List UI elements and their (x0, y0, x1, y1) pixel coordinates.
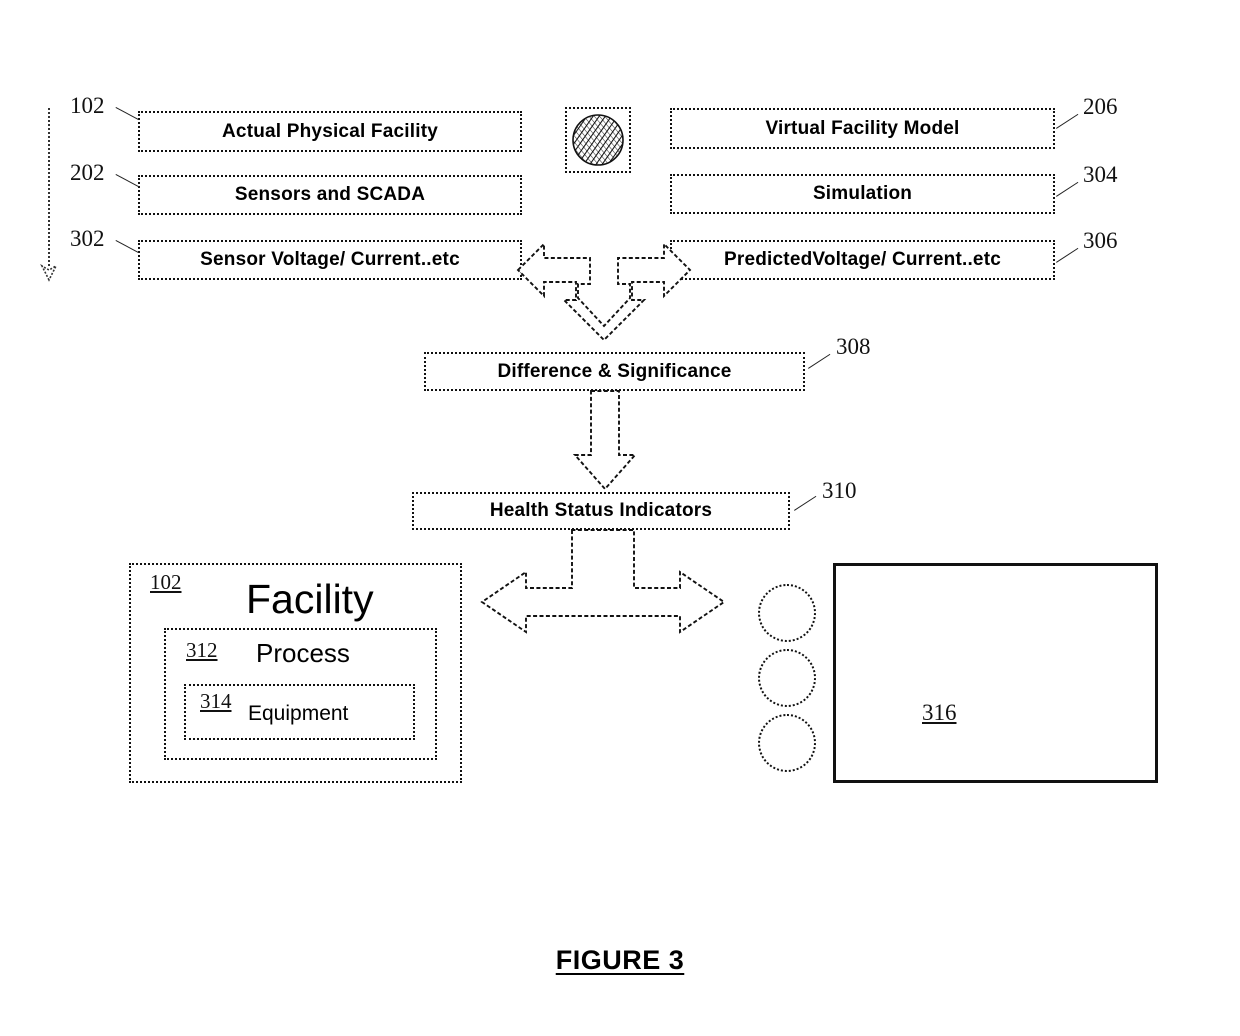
box-predicted-voltage-current[interactable]: PredictedVoltage/ Current..etc (670, 240, 1055, 280)
scope-bracket-line (48, 108, 50, 266)
process-title: Process (256, 638, 350, 668)
ref-304: 304 (1083, 162, 1118, 187)
equipment-title: Equipment (248, 702, 349, 725)
ref-308: 308 (836, 334, 871, 359)
box-label: Simulation (812, 183, 913, 204)
ref-306: 306 (1083, 228, 1118, 253)
box-actual-physical-facility[interactable]: Actual Physical Facility (138, 111, 522, 152)
ref-316: 316 (922, 700, 957, 725)
leader-206 (1056, 113, 1079, 129)
ref-102-top: 102 (70, 93, 105, 118)
box-sensors-and-scada[interactable]: Sensors and SCADA (138, 175, 522, 215)
box-label: Difference & Significance (497, 360, 732, 382)
box-label: Actual Physical Facility (222, 120, 438, 142)
ref-102-facility: 102 (150, 570, 182, 594)
box-label: Virtual Facility Model (765, 117, 960, 139)
ref-302: 302 (70, 226, 105, 251)
leader-304 (1056, 181, 1079, 197)
box-label: PredictedVoltage/ Current..etc (724, 249, 1001, 270)
status-lamp-2[interactable] (758, 649, 816, 707)
bidirectional-block-arrow (480, 529, 726, 634)
figure-caption-text: FIGURE 3 (555, 945, 685, 975)
box-simulation[interactable]: Simulation (670, 174, 1055, 214)
down-block-arrow (572, 390, 638, 491)
figure-caption: FIGURE 3 (0, 945, 1240, 976)
panel-display-316[interactable] (833, 563, 1158, 783)
leader-102 (115, 107, 139, 121)
scope-bracket-arrowhead (40, 263, 58, 282)
ref-314: 314 (200, 689, 232, 713)
ref-206: 206 (1083, 94, 1118, 119)
figure-page: Actual Physical Facility Sensors and SCA… (0, 0, 1240, 1036)
ref-202: 202 (70, 160, 105, 185)
box-label: Sensor Voltage/ Current..etc (200, 249, 460, 270)
box-health-status-indicators[interactable]: Health Status Indicators (412, 492, 790, 530)
status-lamp-1[interactable] (758, 584, 816, 642)
box-label: Sensors and SCADA (234, 184, 426, 205)
box-difference-and-significance[interactable]: Difference & Significance (424, 352, 805, 391)
hatched-circle-icon (572, 114, 624, 166)
ref-310: 310 (822, 478, 857, 503)
leader-202 (115, 174, 139, 188)
three-way-block-arrow (516, 241, 692, 342)
box-label: Health Status Indicators (489, 500, 713, 521)
box-sensor-voltage-current[interactable]: Sensor Voltage/ Current..etc (138, 240, 522, 280)
leader-306 (1056, 247, 1079, 263)
leader-310 (794, 495, 817, 511)
leader-308 (808, 353, 831, 369)
ref-312: 312 (186, 638, 218, 662)
leader-302 (115, 240, 139, 254)
facility-title: Facility (246, 576, 374, 622)
box-virtual-facility-model[interactable]: Virtual Facility Model (670, 108, 1055, 149)
hatched-circle-icon-frame (565, 107, 631, 173)
status-lamp-3[interactable] (758, 714, 816, 772)
